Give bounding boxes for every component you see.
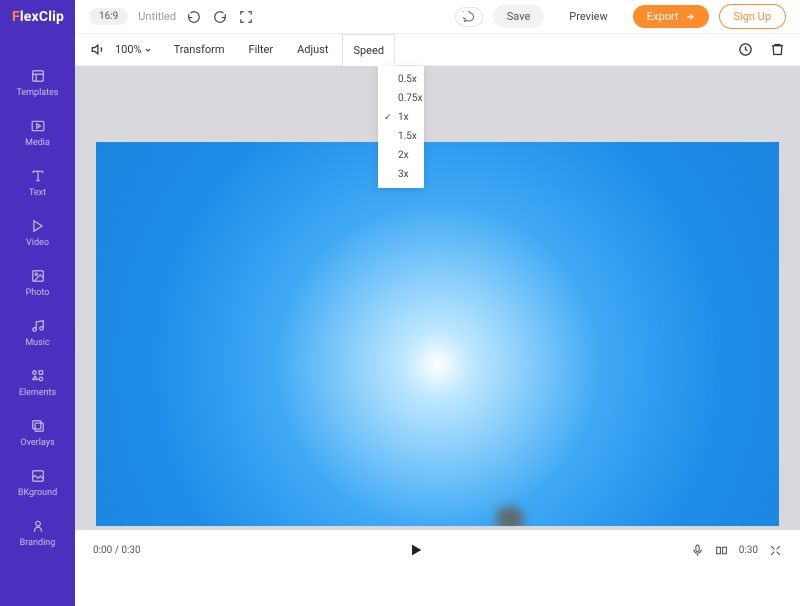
export-label: Export bbox=[647, 10, 679, 23]
save-button[interactable]: Save bbox=[493, 5, 545, 28]
sidebar-item-branding[interactable]: Branding bbox=[0, 518, 75, 548]
microphone-icon[interactable] bbox=[691, 543, 705, 557]
bottom-filler bbox=[75, 570, 800, 606]
templates-icon bbox=[30, 68, 46, 84]
play-button[interactable] bbox=[408, 542, 424, 558]
zoom-level[interactable]: 100% bbox=[115, 43, 152, 56]
project-title[interactable]: Untitled bbox=[138, 10, 176, 23]
sidebar-item-text[interactable]: Text bbox=[0, 168, 75, 198]
export-button[interactable]: Export bbox=[633, 5, 709, 28]
speed-option[interactable]: ✓ 1x bbox=[378, 108, 424, 127]
trash-icon[interactable] bbox=[768, 41, 786, 59]
speed-option-label: 2x bbox=[398, 150, 409, 161]
sidebar-item-label: Branding bbox=[20, 538, 56, 548]
video-icon bbox=[30, 218, 46, 234]
sidebar-item-video[interactable]: Video bbox=[0, 218, 75, 248]
speed-dropdown: 0.5x 0.75x ✓ 1x 1.5x 2x 3x bbox=[378, 66, 424, 188]
text-icon bbox=[30, 168, 46, 184]
toolbar: 100% Transform Filter Adjust Speed 0.5x … bbox=[75, 34, 800, 66]
topbar: 16:9 Untitled Save Preview Export Sign U… bbox=[75, 0, 800, 34]
speed-option-label: 0.75x bbox=[398, 93, 422, 104]
zoom-value-label: 100% bbox=[115, 43, 142, 56]
sidebar-item-photo[interactable]: Photo bbox=[0, 268, 75, 298]
playback-time: 0:00 / 0:30 bbox=[93, 545, 141, 556]
logo-f: F bbox=[12, 9, 20, 25]
sidebar-item-label: Elements bbox=[19, 388, 56, 398]
overlays-icon bbox=[30, 418, 46, 434]
sidebar-items: Templates Media Text Video Photo Music E… bbox=[0, 34, 75, 548]
redo-icon[interactable] bbox=[212, 9, 228, 25]
sidebar-item-templates[interactable]: Templates bbox=[0, 68, 75, 98]
speed-option-label: 1.5x bbox=[398, 131, 417, 142]
sidebar-item-overlays[interactable]: Overlays bbox=[0, 418, 75, 448]
signup-button[interactable]: Sign Up bbox=[719, 4, 787, 29]
sidebar-item-label: Templates bbox=[16, 88, 58, 98]
tab-speed[interactable]: Speed bbox=[342, 34, 395, 66]
elements-icon bbox=[30, 368, 46, 384]
logo-rest: lexClip bbox=[20, 9, 64, 25]
logo: FlexClip bbox=[0, 0, 75, 34]
fullscreen-icon[interactable] bbox=[238, 9, 254, 25]
expand-icon[interactable] bbox=[768, 543, 782, 557]
chevron-down-icon bbox=[144, 46, 152, 54]
playbar: 0:00 / 0:30 0:30 bbox=[75, 530, 800, 570]
sidebar-item-label: BKground bbox=[18, 488, 57, 498]
sidebar-item-elements[interactable]: Elements bbox=[0, 368, 75, 398]
video-canvas[interactable] bbox=[96, 142, 779, 526]
sidebar-item-label: Music bbox=[25, 338, 49, 348]
tab-transform[interactable]: Transform bbox=[164, 34, 235, 66]
background-icon bbox=[30, 468, 46, 484]
media-icon bbox=[30, 118, 46, 134]
sidebar: FlexClip Templates Media Text Video Phot… bbox=[0, 0, 75, 606]
sidebar-item-label: Video bbox=[26, 238, 49, 248]
aspect-ratio-pill[interactable]: 16:9 bbox=[89, 8, 128, 25]
sidebar-item-label: Photo bbox=[26, 288, 50, 298]
sidebar-item-label: Text bbox=[29, 188, 46, 198]
sidebar-item-music[interactable]: Music bbox=[0, 318, 75, 348]
sidebar-item-background[interactable]: BKground bbox=[0, 468, 75, 498]
arrow-right-icon bbox=[685, 12, 695, 22]
sidebar-item-media[interactable]: Media bbox=[0, 118, 75, 148]
canvas-area bbox=[75, 66, 800, 530]
main: 16:9 Untitled Save Preview Export Sign U… bbox=[75, 0, 800, 606]
duration-label: 0:30 bbox=[739, 545, 758, 556]
speed-option-label: 0.5x bbox=[398, 74, 417, 85]
photo-icon bbox=[30, 268, 46, 284]
split-icon[interactable] bbox=[715, 543, 729, 557]
tab-adjust[interactable]: Adjust bbox=[287, 34, 338, 66]
speed-option[interactable]: 0.75x bbox=[378, 89, 424, 108]
music-icon bbox=[30, 318, 46, 334]
sidebar-item-label: Overlays bbox=[20, 438, 54, 448]
speed-option[interactable]: 3x bbox=[378, 165, 424, 184]
speed-option[interactable]: 2x bbox=[378, 146, 424, 165]
volume-icon[interactable] bbox=[89, 41, 107, 59]
history-icon[interactable] bbox=[736, 41, 754, 59]
undo-icon[interactable] bbox=[186, 9, 202, 25]
speed-option-label: 3x bbox=[398, 169, 409, 180]
chat-icon[interactable] bbox=[455, 7, 483, 27]
video-object bbox=[496, 506, 524, 526]
speed-option[interactable]: 1.5x bbox=[378, 127, 424, 146]
speed-option-label: 1x bbox=[398, 112, 409, 123]
preview-button[interactable]: Preview bbox=[554, 4, 622, 29]
check-icon: ✓ bbox=[384, 113, 392, 123]
sidebar-item-label: Media bbox=[25, 138, 50, 148]
tab-filter[interactable]: Filter bbox=[239, 34, 284, 66]
speed-option[interactable]: 0.5x bbox=[378, 70, 424, 89]
branding-icon bbox=[30, 518, 46, 534]
